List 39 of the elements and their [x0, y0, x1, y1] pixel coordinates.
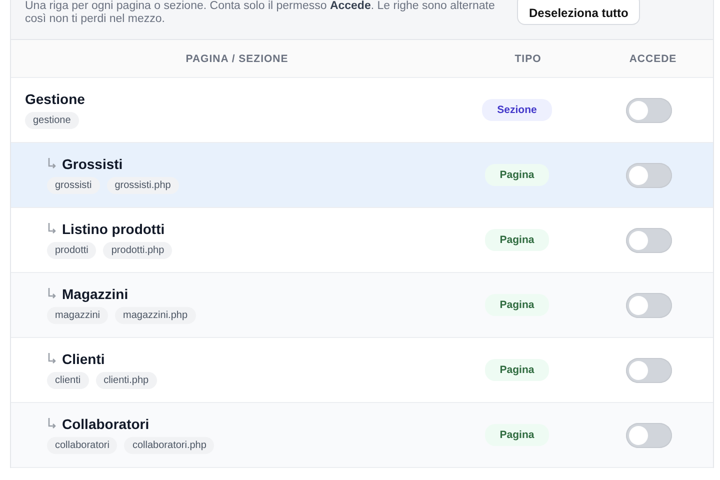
column-header: PAGINA / SEZIONE	[186, 52, 288, 64]
child-arrow-icon	[47, 288, 57, 300]
slug-tag: gestione	[25, 112, 79, 129]
slug-tag: grossisti	[47, 177, 100, 194]
access-toggle[interactable]	[626, 162, 672, 188]
row-title: Collaboratori	[62, 416, 150, 432]
access-toggle[interactable]	[626, 292, 672, 318]
access-toggle[interactable]	[626, 98, 672, 122]
slug-tag: collaboratori.php	[124, 437, 214, 454]
row-title: Listino prodotti	[62, 221, 165, 237]
child-arrow-icon	[47, 353, 57, 365]
deselect-all-button[interactable]: Deseleziona tutto	[517, 0, 640, 25]
type-badge: Pagina	[484, 424, 550, 446]
type-badge: Pagina	[484, 229, 550, 251]
access-toggle[interactable]	[626, 422, 672, 448]
slug-tag: clienti.php	[96, 372, 157, 389]
slug-tag: magazzini.php	[115, 307, 196, 324]
row-title: Grossisti	[62, 156, 123, 172]
access-toggle[interactable]	[626, 228, 672, 252]
child-arrow-icon	[47, 418, 57, 430]
child-arrow-icon	[47, 223, 57, 235]
type-badge: Pagina	[484, 164, 550, 186]
row-title: Magazzini	[62, 286, 128, 302]
intro-text: Una riga per ogni pagina o sezione. Conta solo il permesso Accede. Le righe sono alternate così non ti perdi nel mezzo.	[25, 0, 495, 26]
slug-tag: clienti	[47, 372, 89, 389]
type-badge: Pagina	[484, 294, 550, 316]
slug-tag: grossisti.php	[106, 177, 179, 194]
slug-tag: collaboratori	[47, 437, 118, 454]
slug-tag: magazzini	[47, 307, 108, 324]
row-title: Clienti	[62, 351, 105, 367]
slug-tag: prodotti.php	[103, 242, 172, 259]
column-header: TIPO	[514, 52, 542, 64]
slug-tag: prodotti	[47, 242, 96, 259]
child-arrow-icon	[47, 158, 57, 170]
type-badge: Sezione	[482, 99, 552, 121]
column-header: ACCEDE	[629, 52, 677, 64]
access-toggle[interactable]	[626, 358, 672, 382]
row-title: Gestione	[25, 91, 85, 107]
type-badge: Pagina	[484, 359, 550, 381]
